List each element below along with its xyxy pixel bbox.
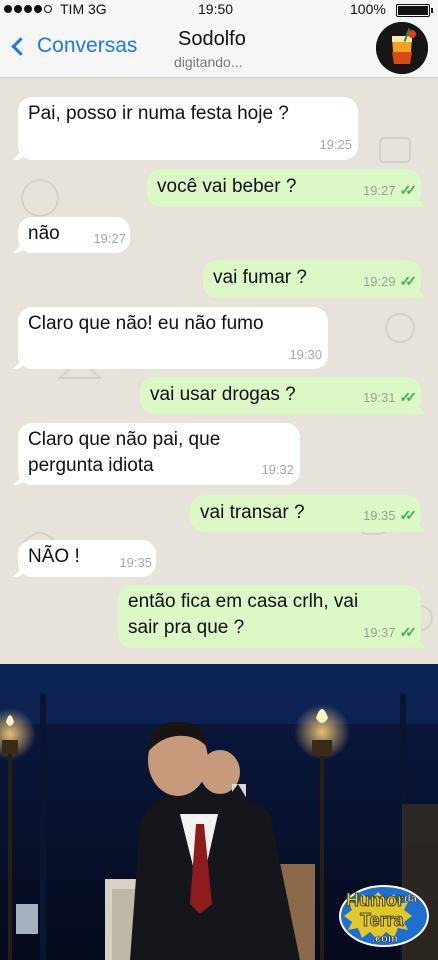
- message-incoming[interactable]: não 19:27: [18, 217, 130, 253]
- message-incoming[interactable]: Claro que não! eu não fumo 19:30: [18, 307, 328, 369]
- battery-icon: [396, 4, 433, 17]
- humor-da-terra-logo: Humor da Terra .com: [338, 878, 430, 950]
- contact-name[interactable]: Sodolfo: [178, 28, 246, 51]
- message-time: 19:29: [362, 274, 396, 289]
- message-text-line-2: pergunta idiota: [28, 455, 154, 476]
- chat-header: Conversas Sodolfo digitando...: [0, 20, 438, 78]
- message-time: 19:37: [362, 625, 396, 640]
- battery-percent: 100%: [350, 1, 386, 17]
- message-text: vai transar ?: [200, 502, 305, 523]
- message-time: 19:35: [119, 555, 152, 570]
- message-outgoing[interactable]: vai usar drogas ? 19:31 ✓✓: [140, 377, 421, 414]
- message-text: NÃO !: [28, 546, 80, 567]
- message-outgoing[interactable]: então fica em casa crlh, vai sair pra qu…: [118, 585, 421, 648]
- message-outgoing[interactable]: você vai beber ? 19:27 ✓✓: [147, 169, 421, 207]
- message-time: 19:31: [362, 390, 396, 405]
- double-check-read-icon: ✓✓: [399, 507, 418, 523]
- message-outgoing[interactable]: vai transar ? 19:35 ✓✓: [190, 495, 421, 532]
- chevron-left-icon: [11, 36, 30, 56]
- message-incoming[interactable]: Pai, posso ir numa festa hoje ? 19:25: [18, 97, 358, 160]
- status-time: 19:50: [198, 1, 234, 17]
- logo-text-humor: Humor: [346, 890, 404, 910]
- typing-status: digitando...: [174, 54, 243, 70]
- message-time: 19:32: [261, 462, 294, 477]
- contact-avatar[interactable]: [376, 22, 428, 74]
- message-time: 19:27: [362, 183, 396, 198]
- message-text: não: [28, 223, 60, 244]
- logo-text-terra: Terra: [360, 910, 405, 930]
- message-time: 19:27: [93, 231, 126, 246]
- double-check-read-icon: ✓✓: [399, 182, 418, 198]
- double-check-read-icon: ✓✓: [399, 389, 418, 405]
- message-text-line-2: sair pra que ?: [128, 617, 245, 638]
- carrier-name: TIM 3G: [60, 1, 107, 17]
- message-time: 19:35: [362, 508, 396, 523]
- back-button-label: Conversas: [37, 34, 138, 57]
- double-check-read-icon: ✓✓: [399, 624, 418, 640]
- message-incoming[interactable]: Claro que não pai, que pergunta idiota 1…: [18, 423, 300, 485]
- conversation-area[interactable]: Pai, posso ir numa festa hoje ? 19:25 vo…: [0, 78, 438, 664]
- message-time: 19:25: [319, 137, 352, 152]
- message-text: Claro que não! eu não fumo: [28, 313, 264, 334]
- status-bar: TIM 3G 19:50 100%: [0, 0, 438, 20]
- logo-text-da: da: [404, 893, 418, 905]
- message-text-line-1: Claro que não pai, que: [28, 429, 221, 450]
- message-text: você vai beber ?: [157, 176, 297, 197]
- double-check-read-icon: ✓✓: [399, 273, 418, 289]
- message-text: vai fumar ?: [213, 267, 307, 288]
- back-button[interactable]: Conversas: [8, 34, 137, 58]
- logo-text-com: .com: [372, 933, 398, 945]
- message-text-line-1: então fica em casa crlh, vai: [128, 591, 359, 612]
- message-text: Pai, posso ir numa festa hoje ?: [28, 103, 289, 124]
- message-time: 19:30: [289, 347, 322, 362]
- message-incoming[interactable]: NÃO ! 19:35: [18, 540, 156, 577]
- signal-strength-icon: [4, 5, 52, 13]
- message-outgoing[interactable]: vai fumar ? 19:29 ✓✓: [203, 260, 421, 298]
- message-text: vai usar drogas ?: [150, 384, 296, 405]
